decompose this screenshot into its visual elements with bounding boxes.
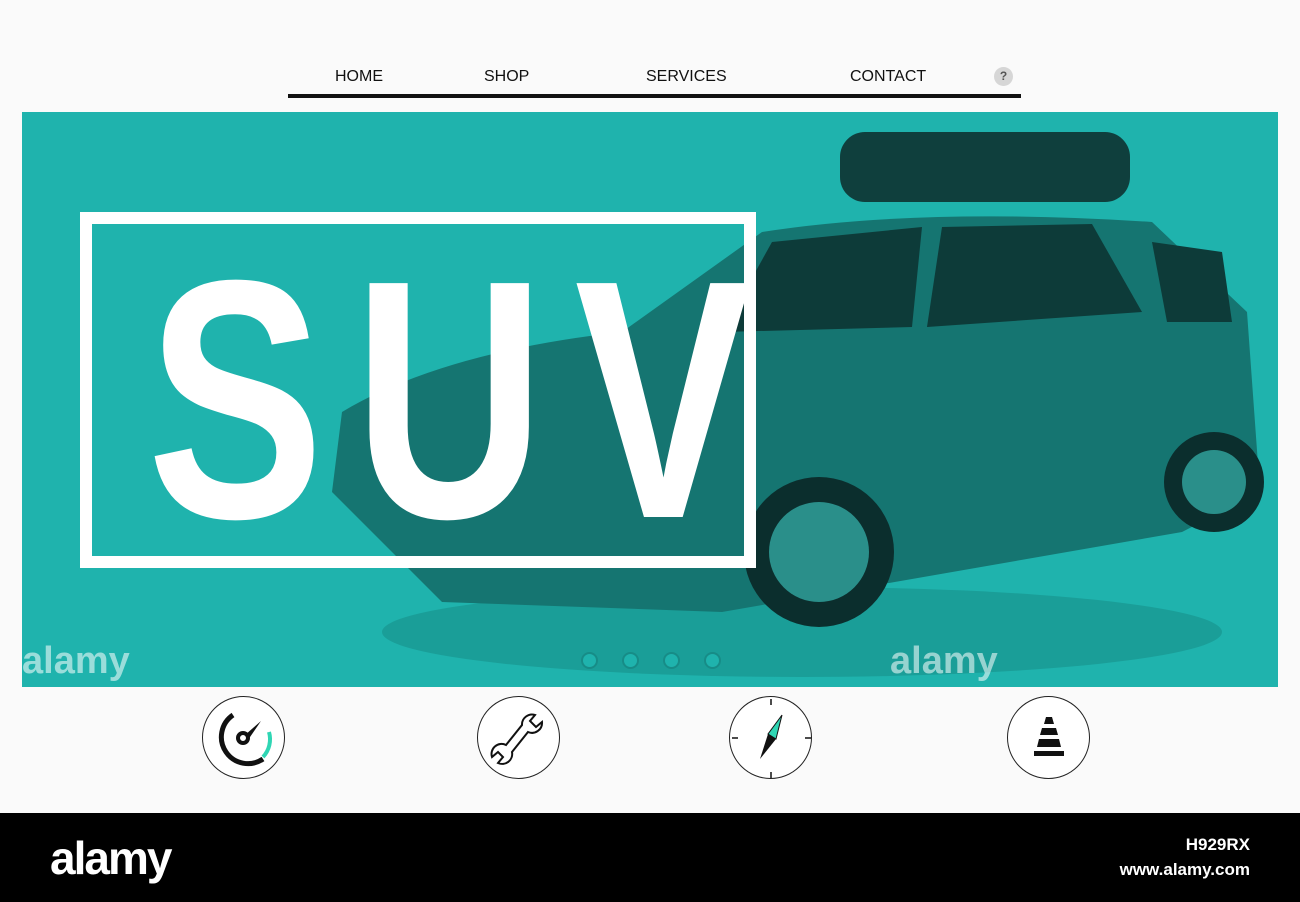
nav-home[interactable]: HOME — [335, 68, 383, 86]
hero-banner: SUV alamy alamy — [22, 112, 1278, 687]
footer-url[interactable]: www.alamy.com — [1120, 860, 1250, 880]
carousel-dot[interactable] — [663, 652, 680, 669]
image-id: H929RX — [1185, 835, 1250, 854]
carousel-dot[interactable] — [581, 652, 598, 669]
feature-service[interactable] — [477, 696, 560, 779]
wrench-icon — [490, 713, 544, 765]
alamy-logo: alamy — [50, 832, 172, 884]
top-nav: HOME SHOP SERVICES CONTACT ? — [288, 60, 1021, 98]
carousel-dot[interactable] — [704, 652, 721, 669]
traffic-cone-icon — [1034, 717, 1064, 756]
nav-shop[interactable]: SHOP — [484, 68, 529, 86]
speedometer-icon — [218, 712, 273, 767]
carousel-dot[interactable] — [622, 652, 639, 669]
feature-navigation[interactable] — [729, 696, 812, 779]
watermark: alamy — [22, 640, 130, 682]
feature-speed[interactable] — [202, 696, 285, 779]
hero-title: SUV — [147, 210, 782, 590]
nav-contact[interactable]: CONTACT — [850, 68, 926, 86]
nav-services[interactable]: SERVICES — [646, 68, 727, 86]
footer-bar: alamy H929RX www.alamy.com — [0, 813, 1300, 902]
watermark: alamy — [890, 640, 998, 682]
feature-safety[interactable] — [1007, 696, 1090, 779]
carousel-dots — [581, 652, 721, 669]
help-icon[interactable]: ? — [994, 67, 1013, 86]
compass-icon — [732, 699, 811, 778]
